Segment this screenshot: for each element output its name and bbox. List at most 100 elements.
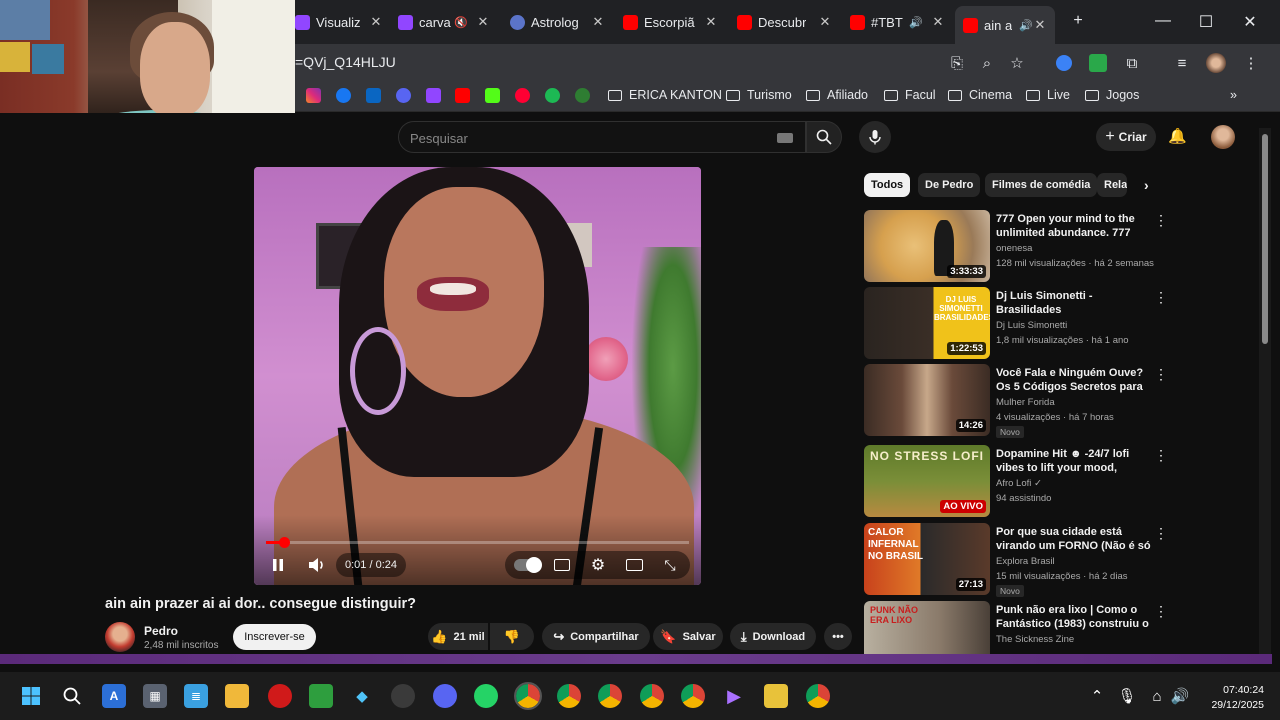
profile-avatar[interactable] bbox=[1205, 52, 1227, 74]
share-button[interactable]: ↪ Compartilhar bbox=[542, 623, 650, 650]
instagram-icon[interactable] bbox=[306, 88, 321, 103]
muted-speaker-icon[interactable]: 🔇 bbox=[454, 16, 468, 29]
recommendation-thumbnail[interactable]: 3:33:33 bbox=[864, 210, 990, 282]
recommendation-thumbnail[interactable]: NO STRESS LOFI AO VIVO bbox=[864, 445, 990, 517]
chrome-icon[interactable] bbox=[514, 682, 542, 710]
discord-icon[interactable] bbox=[433, 684, 457, 708]
chip-related[interactable]: Rela bbox=[1097, 173, 1127, 197]
subtitles-button[interactable] bbox=[549, 553, 575, 577]
subscribe-button[interactable]: Inscrever-se bbox=[233, 624, 316, 650]
spotify-icon[interactable] bbox=[545, 88, 560, 103]
pause-button[interactable] bbox=[266, 553, 290, 577]
channel-avatar[interactable] bbox=[105, 622, 135, 652]
download-button[interactable]: ⤓ Download bbox=[730, 623, 816, 650]
recommendation-item[interactable]: PUNK NÃO ERA LIXO Punk não era lixo | Co… bbox=[864, 601, 1254, 654]
close-tab-icon[interactable]: ✕ bbox=[1033, 17, 1047, 33]
save-button[interactable]: 🔖 Salvar bbox=[653, 623, 723, 650]
browser-tab[interactable]: Descubr ✕ bbox=[737, 8, 832, 36]
bookmark-folder[interactable]: Facul bbox=[884, 88, 936, 102]
chips-next-icon[interactable]: › bbox=[1137, 173, 1156, 197]
like-button[interactable]: 👍 21 mil bbox=[428, 623, 488, 650]
more-options-icon[interactable]: ⋮ bbox=[1154, 525, 1168, 542]
close-tab-icon[interactable]: ✕ bbox=[591, 14, 605, 30]
autoplay-toggle[interactable] bbox=[513, 553, 542, 577]
recommendation-title[interactable]: Dopamine Hit ☻ -24/7 lofi vibes to lift … bbox=[996, 447, 1151, 475]
close-tab-icon[interactable]: ✕ bbox=[369, 14, 383, 30]
obs-icon[interactable] bbox=[391, 684, 415, 708]
close-tab-icon[interactable]: ✕ bbox=[818, 14, 832, 30]
search-button[interactable] bbox=[806, 121, 842, 153]
chrome-icon[interactable] bbox=[598, 684, 622, 708]
account-avatar[interactable] bbox=[1211, 125, 1235, 149]
more-options-icon[interactable]: ⋮ bbox=[1154, 366, 1168, 383]
recommendation-item[interactable]: DJ LUIS SIMONETTI BRASILIDADES 1:22:53 D… bbox=[864, 287, 1254, 362]
system-clock[interactable]: 07:40:24 29/12/2025 bbox=[1211, 683, 1264, 713]
speaker-icon[interactable]: 🔊 bbox=[909, 16, 923, 29]
maximize-icon[interactable]: ☐ bbox=[1196, 12, 1216, 32]
browser-tab[interactable]: Visualiz ✕ bbox=[295, 8, 383, 36]
volume-icon[interactable]: 🔊 bbox=[1168, 684, 1192, 708]
green-app-icon[interactable] bbox=[309, 684, 333, 708]
search-icon[interactable] bbox=[60, 684, 84, 708]
discord-icon[interactable] bbox=[396, 88, 411, 103]
chrome-icon[interactable] bbox=[557, 684, 581, 708]
browser-tab-active[interactable]: ain a 🔊 ✕ bbox=[955, 6, 1055, 44]
more-options-icon[interactable]: ⋮ bbox=[1154, 603, 1168, 620]
diamond-app-icon[interactable]: ◆ bbox=[350, 684, 374, 708]
menu-dots-icon[interactable]: ⋮ bbox=[1240, 52, 1262, 74]
r2r-app-icon[interactable] bbox=[764, 684, 788, 708]
recommendation-title[interactable]: 777 Open your mind to the unlimited abun… bbox=[996, 212, 1151, 240]
bookmark-folder[interactable]: Afiliado bbox=[806, 88, 868, 102]
recommendation-title[interactable]: Dj Luis Simonetti - Brasilidades bbox=[996, 289, 1151, 317]
red-app-icon[interactable] bbox=[268, 684, 292, 708]
bookmark-folder[interactable]: ERICA KANTON bbox=[608, 88, 722, 102]
app-icon[interactable]: A bbox=[102, 684, 126, 708]
more-options-icon[interactable]: ⋮ bbox=[1154, 447, 1168, 464]
file-explorer-icon[interactable] bbox=[225, 684, 249, 708]
chip-comedy-movies[interactable]: Filmes de comédia bbox=[985, 173, 1098, 197]
recommendation-title[interactable]: Por que sua cidade está virando um FORNO… bbox=[996, 525, 1151, 553]
recommendation-thumbnail[interactable]: PUNK NÃO ERA LIXO bbox=[864, 601, 990, 654]
fullscreen-button[interactable]: ⤡ bbox=[657, 553, 683, 577]
windows-start-icon[interactable] bbox=[19, 684, 43, 708]
page-scrollbar[interactable] bbox=[1259, 128, 1271, 654]
bookmark-star-icon[interactable]: ☆ bbox=[1006, 52, 1028, 74]
zoom-icon[interactable]: ⌕ bbox=[976, 52, 998, 74]
settings-button[interactable]: ⚙ bbox=[585, 553, 611, 577]
bookmark-folder[interactable]: Cinema bbox=[948, 88, 1012, 102]
recommendation-title[interactable]: Você Fala e Ninguém Ouve? Os 5 Códigos S… bbox=[996, 366, 1151, 394]
url-text[interactable]: =QVj_Q14HLJU bbox=[295, 54, 396, 70]
youtube-music-icon[interactable] bbox=[515, 88, 530, 103]
chrome-icon[interactable] bbox=[681, 684, 705, 708]
create-button[interactable]: + Criar bbox=[1096, 123, 1156, 151]
close-tab-icon[interactable]: ✕ bbox=[476, 14, 490, 30]
extension-icon[interactable] bbox=[1087, 52, 1109, 74]
minimize-icon[interactable]: — bbox=[1153, 12, 1173, 30]
whatsapp-icon[interactable] bbox=[474, 684, 498, 708]
recommendation-thumbnail[interactable]: 14:26 bbox=[864, 364, 990, 436]
recommendation-item[interactable]: CALOR INFERNAL NO BRASIL 27:13 Por que s… bbox=[864, 523, 1254, 598]
more-actions-button[interactable]: ••• bbox=[824, 623, 852, 650]
facebook-icon[interactable] bbox=[336, 88, 351, 103]
scrollbar-thumb[interactable] bbox=[1262, 134, 1268, 344]
channel-name[interactable]: Pedro bbox=[144, 624, 178, 638]
youtube-icon[interactable] bbox=[455, 88, 470, 103]
media-control-icon[interactable]: ≡ bbox=[1171, 52, 1193, 74]
new-tab-icon[interactable]: + bbox=[1068, 12, 1088, 30]
recommendation-thumbnail[interactable]: DJ LUIS SIMONETTI BRASILIDADES 1:22:53 bbox=[864, 287, 990, 359]
close-window-icon[interactable]: ✕ bbox=[1240, 12, 1260, 32]
recommendation-thumbnail[interactable]: CALOR INFERNAL NO BRASIL 27:13 bbox=[864, 523, 990, 595]
miniplayer-button[interactable] bbox=[621, 553, 647, 577]
bookmark-folder[interactable]: Jogos bbox=[1085, 88, 1139, 102]
media-player-icon[interactable]: ▶ bbox=[722, 684, 746, 708]
progress-bar[interactable] bbox=[266, 537, 689, 548]
voice-search-button[interactable] bbox=[859, 121, 891, 153]
bookmark-folder[interactable]: Live bbox=[1026, 88, 1070, 102]
more-options-icon[interactable]: ⋮ bbox=[1154, 212, 1168, 229]
browser-tab[interactable]: #TBT 🔊 ✕ bbox=[850, 8, 945, 36]
chip-from-channel[interactable]: De Pedro bbox=[918, 173, 981, 197]
keyboard-icon[interactable] bbox=[777, 133, 793, 143]
extension-icon[interactable] bbox=[1053, 52, 1075, 74]
progress-scrubber[interactable] bbox=[278, 537, 290, 548]
close-tab-icon[interactable]: ✕ bbox=[704, 14, 718, 30]
